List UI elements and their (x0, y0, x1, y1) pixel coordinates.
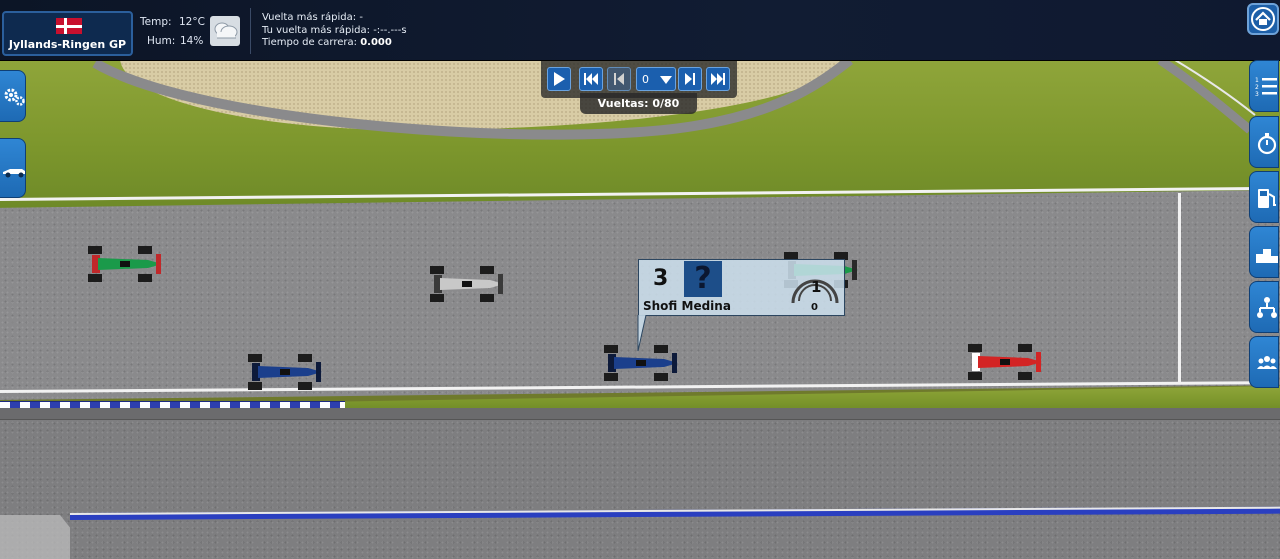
car-setup-icon (3, 169, 25, 178)
drivers-group-icon (1257, 356, 1277, 369)
standings-button[interactable]: 1 2 3 (1249, 60, 1279, 112)
laps-counter: Vueltas: 0/80 (580, 93, 697, 114)
home-icon (1251, 7, 1275, 31)
results-button[interactable] (1249, 226, 1279, 278)
fastest-lap-value: - (359, 12, 363, 23)
denmark-flag-icon (56, 18, 82, 34)
your-fastest-lap-value: -:--.---s (373, 25, 407, 36)
svg-text:2: 2 (1255, 84, 1259, 91)
podium-icon (1256, 249, 1278, 263)
info-divider (250, 8, 251, 54)
driver-speed: 0 (811, 302, 818, 313)
race-car (248, 354, 322, 390)
fastest-lap-label: Vuelta más rápida: (262, 12, 357, 23)
race-time-value: 0.000 (360, 37, 392, 48)
temperature-label: Temp: (140, 16, 172, 28)
standings-list-icon: 1 2 3 (1255, 77, 1277, 98)
driver-info-tooltip: 3 ? Shofi Medina 1 0 (638, 259, 845, 316)
grand-prix-name: Jyllands-Ringen GP (8, 38, 127, 51)
settings-gears-icon (4, 88, 25, 106)
lap-times-button[interactable] (1249, 116, 1279, 168)
driver-gear: 1 (811, 278, 822, 296)
drivers-button[interactable] (1249, 336, 1279, 388)
humidity-value: 14% (180, 35, 204, 47)
svg-text:3: 3 (1255, 91, 1259, 98)
cloudy-icon (210, 16, 240, 46)
chevron-down-icon (660, 76, 672, 84)
laps-label: Vueltas: (597, 97, 649, 110)
lap-select-dropdown[interactable]: 0 (636, 67, 676, 91)
grand-prix-badge: Jyllands-Ringen GP (2, 11, 133, 56)
fuel-pump-icon (1258, 189, 1276, 208)
pit-wall (0, 408, 1280, 420)
play-icon (554, 72, 565, 86)
svg-text:1: 1 (1255, 77, 1259, 84)
strategy-button[interactable] (1249, 281, 1279, 333)
car-setup-button[interactable] (0, 138, 26, 198)
settings-button[interactable] (0, 70, 26, 122)
fuel-button[interactable] (1249, 171, 1279, 223)
driver-name: Shofi Medina (643, 299, 731, 313)
race-car (968, 344, 1042, 380)
race-info-bar: Jyllands-Ringen GP Temp: 12°C Hum: 14% V… (0, 0, 1280, 61)
skip-to-end-button[interactable] (706, 67, 730, 91)
race-car (430, 266, 504, 302)
skip-to-end-icon (711, 73, 725, 85)
home-button[interactable] (1247, 3, 1279, 35)
step-back-icon (614, 73, 624, 85)
pit-lane (0, 410, 1280, 559)
step-back-button[interactable] (607, 67, 631, 91)
step-forward-button[interactable] (678, 67, 702, 91)
pit-box-line (1178, 193, 1181, 383)
humidity-label: Hum: (147, 35, 176, 47)
skip-to-start-icon (584, 73, 598, 85)
strategy-tree-icon (1257, 297, 1277, 318)
race-car (88, 246, 162, 282)
tooltip-pointer (637, 315, 647, 351)
your-fastest-lap-label: Tu vuelta más rápida: (262, 25, 370, 36)
stopwatch-icon (1257, 133, 1277, 155)
temperature-value: 12°C (179, 16, 205, 28)
lap-select-value: 0 (642, 73, 649, 86)
driver-portrait-placeholder: ? (684, 261, 722, 297)
fastest-lap-row: Vuelta más rápida: - (262, 12, 363, 23)
laps-value: 0/80 (652, 97, 680, 110)
race-time-label: Tiempo de carrera: (262, 37, 358, 48)
your-fastest-lap-row: Tu vuelta más rápida: -:--.---s (262, 25, 407, 36)
step-forward-icon (685, 73, 695, 85)
race-time-row: Tiempo de carrera: 0.000 (262, 37, 392, 48)
pit-entry-lines (0, 515, 70, 559)
skip-to-start-button[interactable] (579, 67, 603, 91)
play-button[interactable] (547, 67, 571, 91)
driver-position: 3 (653, 266, 669, 291)
